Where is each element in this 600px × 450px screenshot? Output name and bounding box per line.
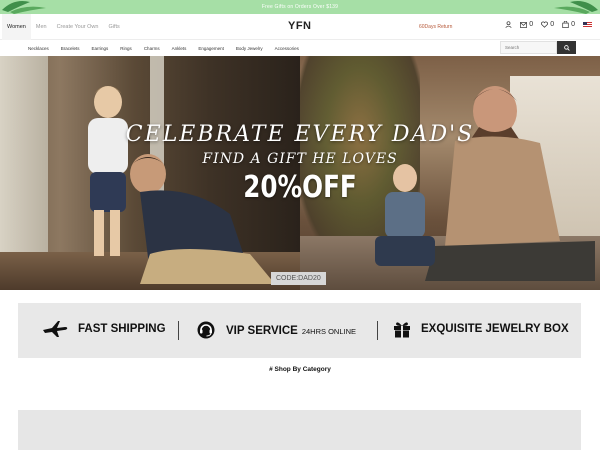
hero-banner[interactable]: CELEBRATE EVERY DAD'S FIND A GIFT HE LOV… (0, 56, 600, 290)
feature-divider (377, 321, 378, 340)
heart-icon (541, 21, 549, 28)
search-input[interactable] (500, 41, 557, 54)
tab-women[interactable]: Women (2, 13, 31, 40)
hero-subtitle: FIND A GIFT HE LOVES (202, 151, 398, 167)
bag-icon (562, 21, 569, 28)
nav-accessories[interactable]: Accessories (269, 46, 305, 51)
feature-vip-service: VIP SERVICE 24HRS ONLINE (196, 320, 356, 340)
gift-box-icon (394, 322, 410, 338)
us-flag-icon (583, 21, 592, 28)
account-button[interactable] (505, 21, 512, 28)
nav-body-jewelry[interactable]: Body Jewelry (230, 46, 269, 51)
nav-charms[interactable]: Charms (138, 46, 166, 51)
site-logo[interactable]: YFN (288, 20, 312, 32)
feature-note: 24HRS ONLINE (301, 327, 356, 336)
hero-overlay: CELEBRATE EVERY DAD'S FIND A GIFT HE LOV… (0, 56, 600, 290)
returns-link[interactable]: 60Days Return (419, 24, 452, 30)
promo-bar: Free Gifts on Orders Over $139 (0, 0, 600, 14)
leaf-decoration-icon (2, 1, 46, 14)
hero-offer: 20%OFF (243, 170, 357, 205)
wishlist-button[interactable]: 0 (541, 21, 554, 28)
nav-rings[interactable]: Rings (114, 46, 138, 51)
feature-jewelry-box: EXQUISITE JEWELRY BOX (393, 320, 569, 338)
tab-gifts[interactable]: Gifts (103, 14, 124, 40)
nav-earrings[interactable]: Earrings (86, 46, 115, 51)
region-selector[interactable] (583, 21, 592, 28)
nav-necklaces[interactable]: Necklaces (22, 46, 55, 51)
gender-nav: Women Men Create Your Own Gifts (2, 13, 125, 40)
header-icons: 0 0 0 (505, 21, 592, 28)
nav-engagement[interactable]: Engagement (192, 46, 230, 51)
search-button[interactable] (557, 41, 576, 54)
tab-men[interactable]: Men (31, 14, 52, 40)
headset-icon (197, 321, 215, 339)
feature-label: FAST SHIPPING (78, 323, 166, 335)
airplane-icon (43, 321, 68, 337)
promo-code-badge[interactable]: CODE:DAD20 (271, 272, 326, 285)
tab-create-your-own[interactable]: Create Your Own (52, 14, 104, 40)
search-icon (563, 44, 570, 51)
cart-button[interactable]: 0 (562, 21, 575, 28)
mail-count: 0 (529, 21, 534, 28)
messages-button[interactable]: 0 (520, 21, 533, 28)
features-bar: FAST SHIPPING VIP SERVICE 24HRS ONLINE EX… (18, 303, 581, 358)
nav-bracelets[interactable]: Bracelets (55, 46, 86, 51)
nav-anklets[interactable]: Anklets (166, 46, 193, 51)
cart-count: 0 (571, 21, 575, 28)
section-title: # Shop By Category (269, 366, 331, 373)
hero-title: CELEBRATE EVERY DAD'S (125, 122, 475, 147)
mail-icon (520, 21, 528, 28)
feature-label: EXQUISITE JEWELRY BOX (421, 323, 569, 335)
user-icon (505, 21, 512, 28)
site-header: Women Men Create Your Own Gifts YFN 60Da… (0, 13, 600, 40)
wishlist-count: 0 (550, 21, 555, 28)
leaf-decoration-icon (554, 1, 598, 14)
feature-divider (178, 321, 179, 340)
feature-fast-shipping: FAST SHIPPING (42, 320, 166, 338)
promo-text[interactable]: Free Gifts on Orders Over $139 (262, 4, 338, 10)
feature-label: VIP SERVICE (226, 325, 298, 337)
category-banner-placeholder[interactable] (18, 410, 581, 450)
search-box (500, 41, 576, 54)
